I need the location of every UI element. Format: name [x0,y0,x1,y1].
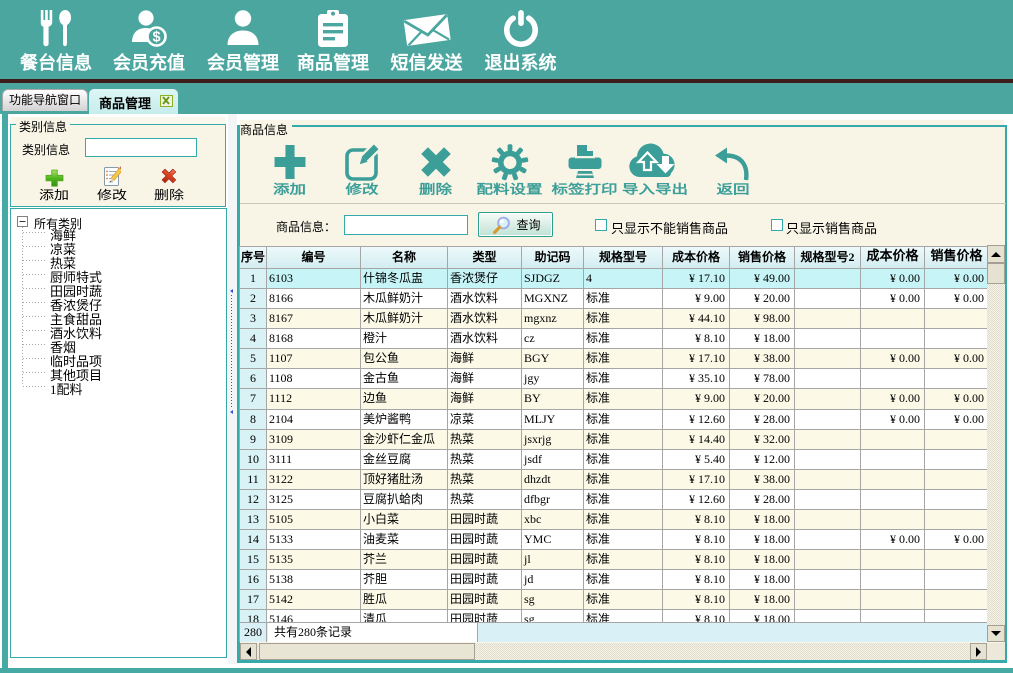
svg-text:$: $ [152,30,160,46]
